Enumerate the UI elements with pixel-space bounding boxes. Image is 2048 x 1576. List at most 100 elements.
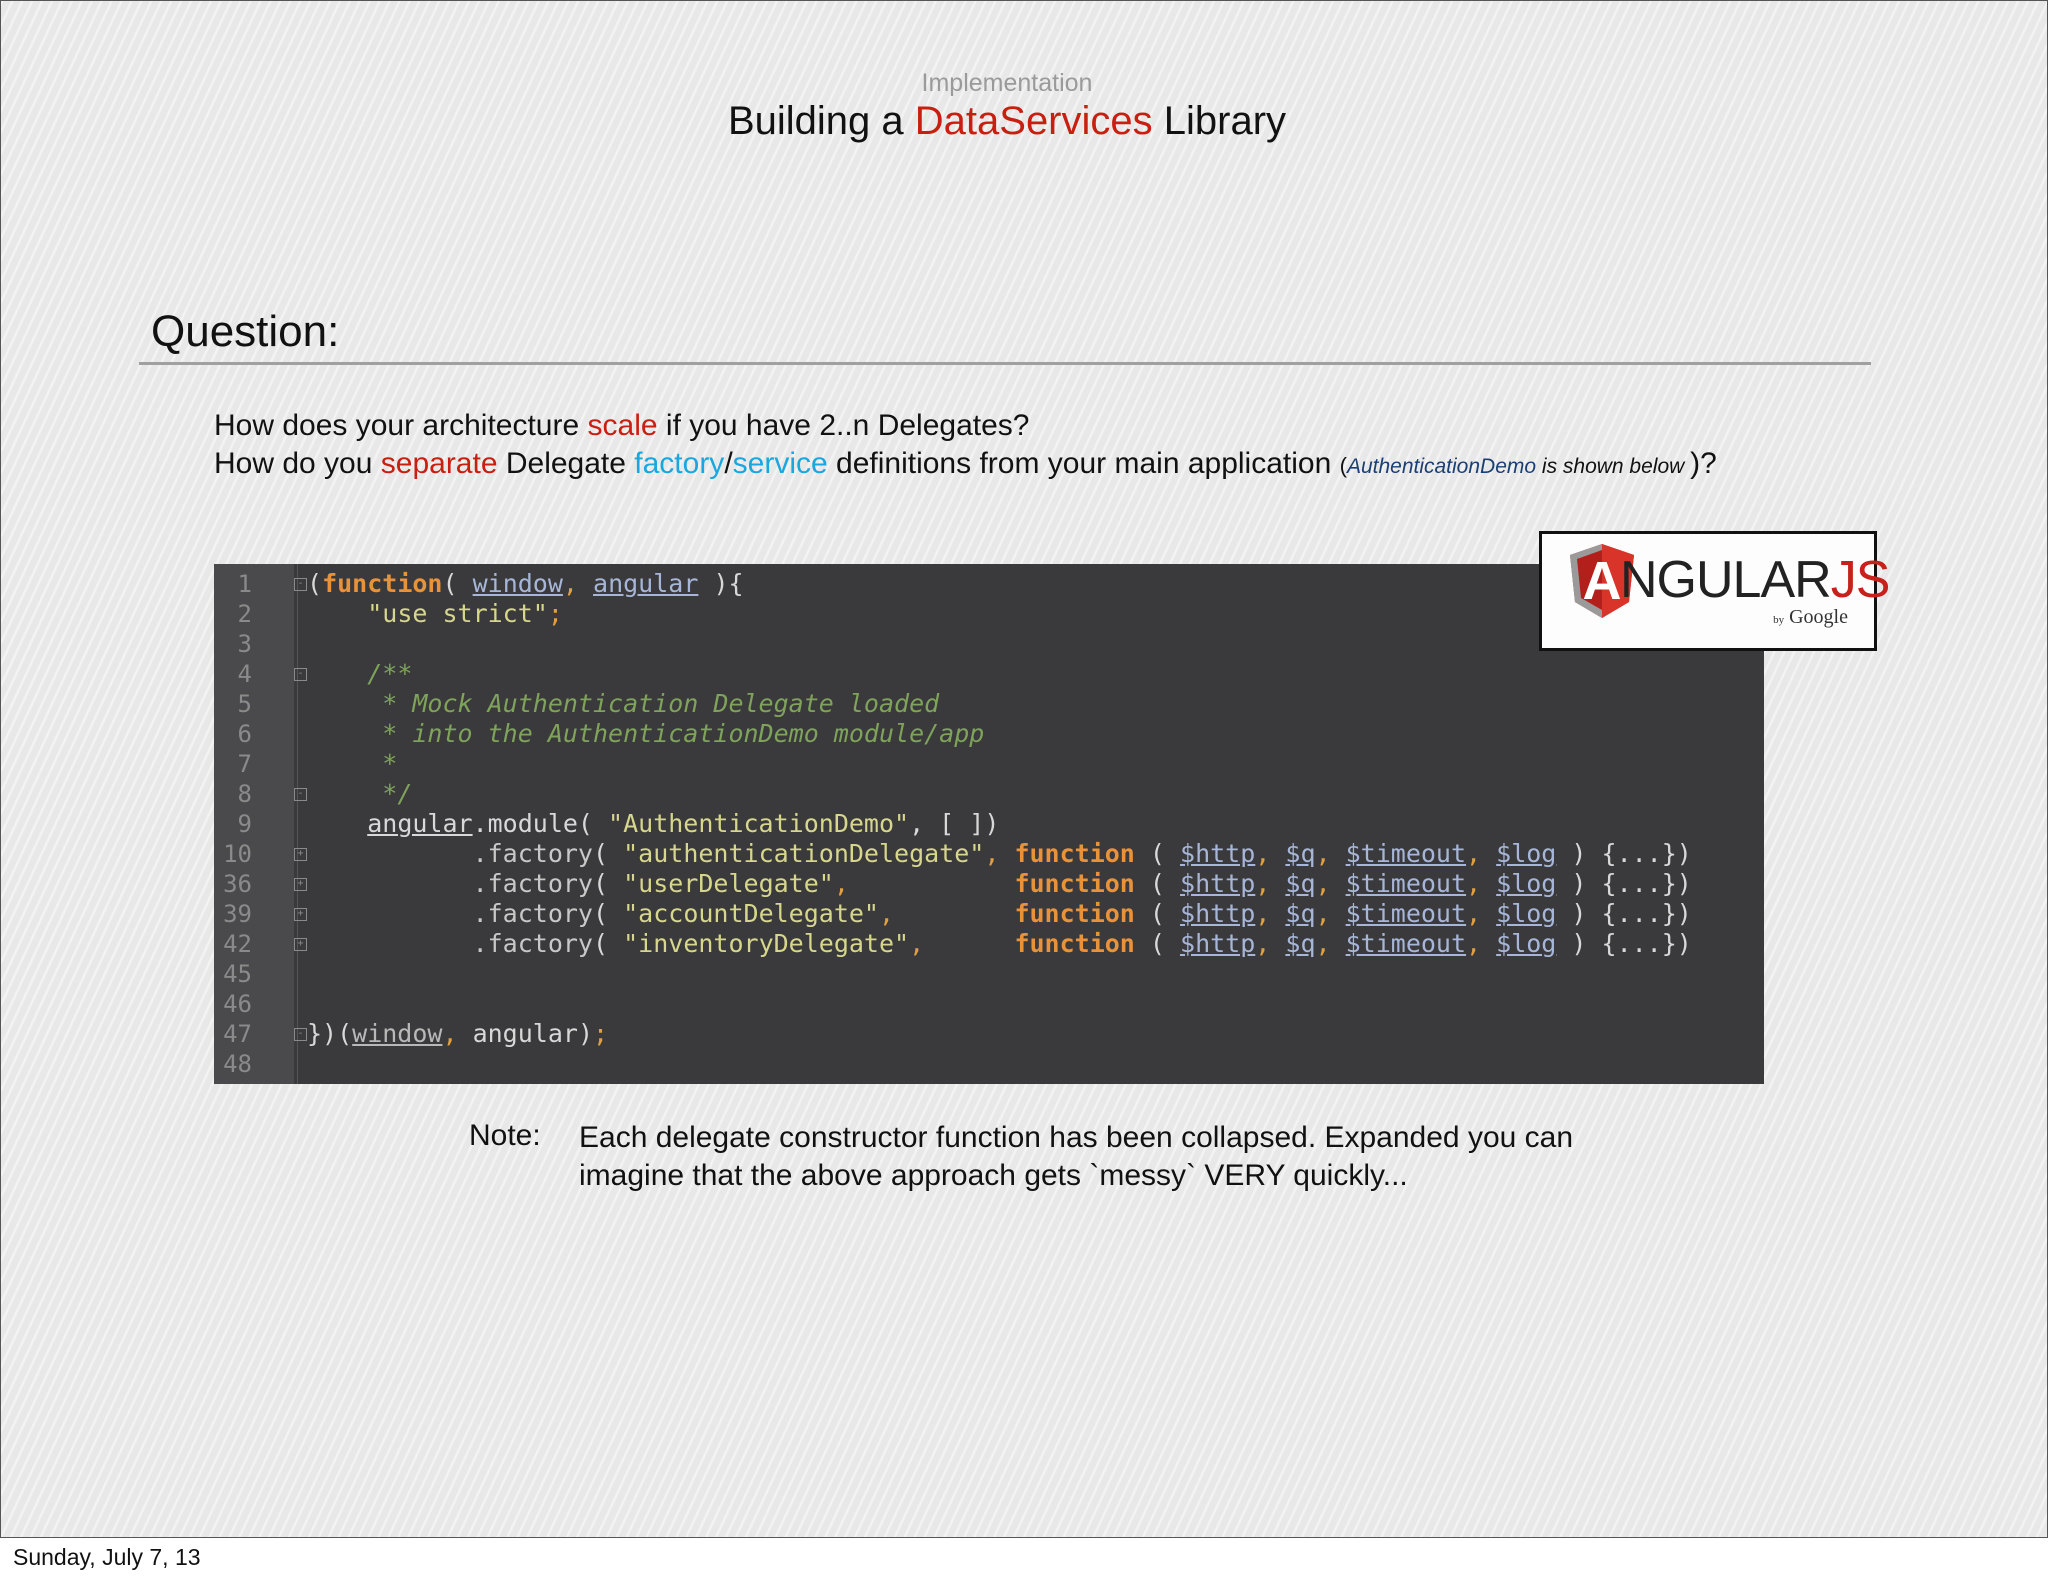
token: (: [593, 899, 624, 928]
q1-scale: scale: [587, 409, 658, 442]
code-line-42: .factory( "inventoryDelegate", function …: [472, 929, 1692, 958]
token: (: [1134, 869, 1181, 898]
token: })(: [307, 1019, 353, 1048]
expand-marker-icon: +: [294, 848, 307, 861]
token: "use strict": [367, 599, 548, 628]
token: ){: [698, 569, 744, 598]
slide: Implementation Building a DataServices L…: [0, 0, 2048, 1538]
line-number: 9: [237, 810, 252, 838]
token: function: [1014, 929, 1135, 958]
q2-service: service: [732, 447, 828, 480]
code-line-36: .factory( "userDelegate", function ( $ht…: [472, 869, 1692, 898]
token: (: [1134, 929, 1181, 958]
slide-title: Building a DataServices Library: [1, 99, 2013, 144]
token: angular): [457, 1019, 593, 1048]
code-line-9: angular.module( "AuthenticationDemo", [ …: [307, 809, 999, 838]
code-line-10: .factory( "authenticationDelegate", func…: [472, 839, 1692, 868]
token: $log: [1496, 839, 1557, 868]
token: .factory: [472, 929, 593, 958]
token: $timeout: [1345, 869, 1467, 898]
token: (: [442, 569, 473, 598]
token: $log: [1496, 869, 1557, 898]
line-number: 4: [237, 660, 252, 688]
token: * into the AuthenticationDemo module/app: [367, 719, 985, 748]
logo-byline: by Google: [1773, 606, 1848, 629]
token: * Mock Authentication Delegate loaded: [367, 689, 940, 718]
token: .factory: [472, 869, 593, 898]
token: function: [1014, 899, 1135, 928]
token: (: [593, 869, 624, 898]
title-prefix: Building a: [727, 99, 915, 143]
code-line-5: * Mock Authentication Delegate loaded: [307, 689, 939, 718]
q2-separate: separate: [380, 447, 498, 480]
gutter-separator: [297, 564, 298, 1084]
q2-paren-close: )?: [1690, 447, 1717, 480]
expand-marker-icon: +: [294, 938, 307, 951]
code-line-8: */: [307, 779, 412, 808]
fold-marker-icon: -: [294, 668, 307, 681]
line-number: 2: [237, 600, 252, 628]
line-number: 39: [223, 900, 252, 928]
line-number: 7: [237, 750, 252, 778]
fold-marker-icon: -: [294, 578, 307, 591]
line-number: 10: [223, 840, 252, 868]
code-line-2: "use strict";: [307, 599, 563, 628]
q2-factory: factory: [634, 447, 725, 480]
title-highlight: DataServices: [914, 99, 1153, 143]
code-line-47: })(window, angular);: [307, 1019, 608, 1048]
q2-text-b: Delegate: [497, 447, 635, 480]
token: ) {...}): [1556, 869, 1692, 898]
code-line-1: (function( window, angular ){: [307, 569, 744, 598]
logo-word: NGULAR: [1620, 551, 1832, 609]
logo-google: Google: [1789, 606, 1848, 628]
question-line-1: How does your architecture scale if you …: [214, 409, 1029, 443]
token: function: [1014, 839, 1135, 868]
logo-by: by: [1773, 614, 1785, 626]
q2-demo-name: AuthenticationDemo: [1346, 455, 1537, 478]
token: $q: [1285, 869, 1316, 898]
line-number: 42: [223, 930, 252, 958]
line-number: 5: [237, 690, 252, 718]
token: $timeout: [1345, 929, 1467, 958]
token: $timeout: [1345, 899, 1467, 928]
token: (: [593, 929, 624, 958]
line-number: 46: [223, 990, 252, 1018]
token: .module(: [472, 809, 609, 838]
line-number: 8: [237, 780, 252, 808]
token: angular: [367, 809, 473, 838]
token: ,: [442, 1019, 458, 1048]
expand-marker-icon: +: [294, 878, 307, 891]
q2-paren-open: (: [1339, 453, 1347, 478]
fold-marker-icon: -: [294, 788, 307, 801]
token: "AuthenticationDemo": [608, 809, 910, 838]
code-line-4: /**: [307, 659, 412, 688]
token: "inventoryDelegate": [623, 929, 910, 958]
angularjs-logo: A NGULARJS by Google: [1539, 531, 1890, 651]
line-number: 1: [237, 570, 252, 598]
token: "authenticationDelegate": [623, 839, 985, 868]
token: $http: [1180, 839, 1256, 868]
token: $http: [1180, 929, 1256, 958]
token: ) {...}): [1556, 899, 1692, 928]
expand-marker-icon: +: [294, 908, 307, 921]
token: function: [322, 569, 443, 598]
token: $http: [1180, 899, 1256, 928]
token: .factory: [472, 839, 593, 868]
code-line-39: .factory( "accountDelegate", function ( …: [472, 899, 1692, 928]
token: $log: [1496, 899, 1557, 928]
footer-date: Sunday, July 7, 13: [13, 1544, 201, 1570]
slide-subtitle: Implementation: [921, 69, 1093, 97]
code-line-6: * into the AuthenticationDemo module/app: [307, 719, 984, 748]
line-number: 45: [223, 960, 252, 988]
token: ) {...}): [1556, 839, 1692, 868]
line-number: 47: [223, 1020, 252, 1048]
token: "userDelegate": [623, 869, 834, 898]
token: angular: [593, 569, 699, 598]
q2-text-c: definitions from your main application: [827, 447, 1340, 480]
token: $timeout: [1345, 839, 1467, 868]
line-number: 3: [237, 630, 252, 658]
token: /**: [367, 659, 413, 688]
token: ;: [547, 599, 563, 628]
token: window: [472, 569, 563, 598]
note-text: Each delegate constructor function has b…: [579, 1121, 1574, 1192]
